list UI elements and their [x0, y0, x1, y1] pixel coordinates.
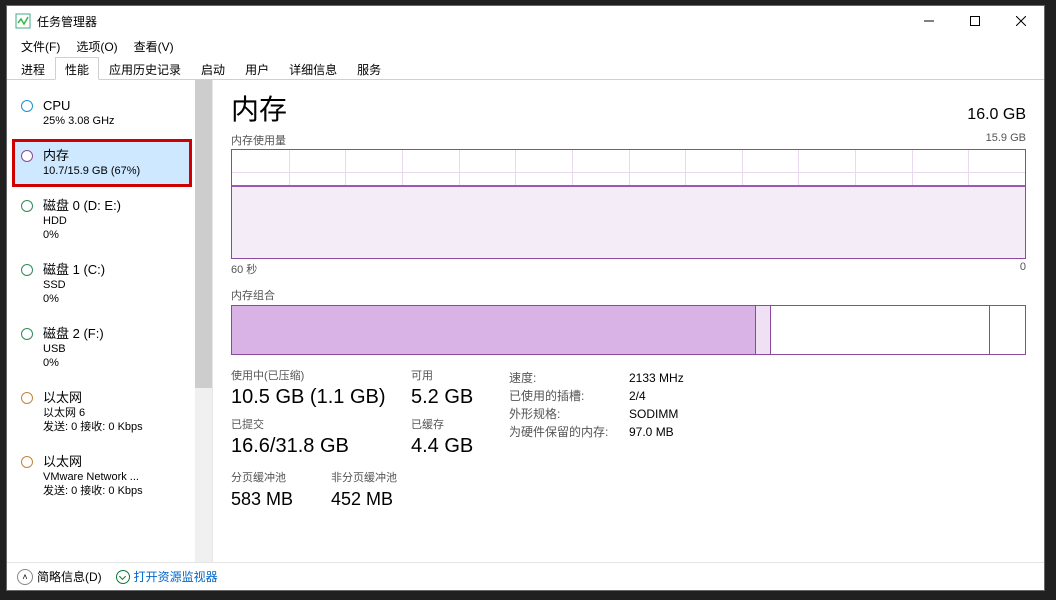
- tab-performance[interactable]: 性能: [55, 57, 99, 80]
- performance-sidebar: CPU25% 3.08 GHz内存10.7/15.9 GB (67%)磁盘 0 …: [7, 80, 213, 562]
- sidebar-item-1[interactable]: 内存10.7/15.9 GB (67%): [13, 140, 191, 186]
- composition-segment-in_use: [232, 306, 756, 354]
- sidebar-item-name: 内存: [43, 148, 140, 164]
- chevron-up-icon: ˄: [17, 569, 33, 585]
- sidebar-item-sub2: 0%: [43, 292, 105, 306]
- sidebar-item-sub2: 发送: 0 接收: 0 Kbps: [43, 484, 143, 498]
- fewer-details-toggle[interactable]: ˄ 简略信息(D): [17, 568, 102, 585]
- inuse-label: 使用中(已压缩): [231, 369, 411, 384]
- task-manager-window: 任务管理器 文件(F) 选项(O) 查看(V) 进程 性能 应用历史记录 启动 …: [6, 5, 1045, 591]
- open-resource-monitor-link[interactable]: 打开资源监视器: [116, 568, 218, 585]
- sidebar-item-name: 以太网: [43, 390, 143, 406]
- sidebar-item-sub: HDD: [43, 214, 121, 228]
- menu-file[interactable]: 文件(F): [15, 37, 66, 56]
- nonpaged-label: 非分页缓冲池: [331, 471, 397, 486]
- maximize-button[interactable]: [952, 6, 998, 36]
- inuse-value: 10.5 GB (1.1 GB): [231, 384, 411, 410]
- committed-value: 16.6/31.8 GB: [231, 433, 411, 459]
- chart-usage-max: 15.9 GB: [986, 132, 1026, 148]
- app-icon: [15, 13, 31, 29]
- sidebar-item-name: 磁盘 2 (F:): [43, 326, 104, 342]
- info-speed-v: 2133 MHz: [629, 369, 684, 387]
- nonpaged-value: 452 MB: [331, 486, 397, 512]
- sidebar-item-sub: SSD: [43, 278, 105, 292]
- resource-indicator-icon: [21, 264, 33, 276]
- chart-x-right: 0: [1020, 261, 1026, 277]
- info-reserved-v: 97.0 MB: [629, 423, 674, 441]
- footer: ˄ 简略信息(D) 打开资源监视器: [7, 562, 1044, 590]
- info-form-k: 外形规格:: [509, 405, 629, 423]
- sidebar-item-sub: USB: [43, 342, 104, 356]
- sidebar-item-2[interactable]: 磁盘 0 (D: E:)HDD0%: [13, 190, 191, 250]
- available-label: 可用: [411, 369, 491, 384]
- sidebar-item-sub: 以太网 6: [43, 406, 143, 420]
- sidebar-item-5[interactable]: 以太网以太网 6发送: 0 接收: 0 Kbps: [13, 382, 191, 442]
- panel-title: 内存: [231, 88, 287, 128]
- committed-label: 已提交: [231, 418, 411, 433]
- sidebar-item-sub2: 0%: [43, 228, 121, 242]
- resource-indicator-icon: [21, 200, 33, 212]
- sidebar-item-sub2: 发送: 0 接收: 0 Kbps: [43, 420, 143, 434]
- sidebar-item-name: CPU: [43, 98, 115, 114]
- memory-info-table: 速度:2133 MHz 已使用的插槽:2/4 外形规格:SODIMM 为硬件保留…: [509, 369, 684, 441]
- resource-monitor-icon: [116, 570, 130, 584]
- available-value: 5.2 GB: [411, 384, 491, 410]
- info-slots-v: 2/4: [629, 387, 646, 405]
- tab-services[interactable]: 服务: [347, 57, 391, 80]
- sidebar-scrollbar-thumb[interactable]: [195, 80, 212, 388]
- fewer-details-label: 简略信息(D): [37, 568, 102, 585]
- sidebar-item-sub: VMware Network ...: [43, 470, 143, 484]
- tab-startup[interactable]: 启动: [191, 57, 235, 80]
- resource-indicator-icon: [21, 100, 33, 112]
- resource-indicator-icon: [21, 456, 33, 468]
- menubar: 文件(F) 选项(O) 查看(V): [7, 36, 1044, 56]
- composition-segment-standby: [771, 306, 990, 354]
- tab-users[interactable]: 用户: [235, 57, 279, 80]
- tabstrip: 进程 性能 应用历史记录 启动 用户 详细信息 服务: [7, 56, 1044, 80]
- resource-indicator-icon: [21, 150, 33, 162]
- titlebar: 任务管理器: [7, 6, 1044, 36]
- close-button[interactable]: [998, 6, 1044, 36]
- window-title: 任务管理器: [37, 13, 97, 30]
- info-speed-k: 速度:: [509, 369, 629, 387]
- sidebar-item-name: 以太网: [43, 454, 143, 470]
- sidebar-item-name: 磁盘 0 (D: E:): [43, 198, 121, 214]
- info-slots-k: 已使用的插槽:: [509, 387, 629, 405]
- info-reserved-k: 为硬件保留的内存:: [509, 423, 629, 441]
- composition-segment-modified: [756, 306, 771, 354]
- memory-panel: 内存 16.0 GB 内存使用量 15.9 GB 60 秒 0 内存组合 使用中…: [213, 80, 1044, 562]
- tab-app-history[interactable]: 应用历史记录: [99, 57, 191, 80]
- tab-details[interactable]: 详细信息: [279, 57, 347, 80]
- composition-caption: 内存组合: [231, 287, 1026, 303]
- menu-options[interactable]: 选项(O): [70, 37, 123, 56]
- sidebar-item-0[interactable]: CPU25% 3.08 GHz: [13, 90, 191, 136]
- resource-monitor-label: 打开资源监视器: [134, 568, 218, 585]
- paged-value: 583 MB: [231, 486, 331, 512]
- memory-usage-chart: [231, 149, 1026, 259]
- minimize-button[interactable]: [906, 6, 952, 36]
- tab-processes[interactable]: 进程: [11, 57, 55, 80]
- resource-indicator-icon: [21, 328, 33, 340]
- sidebar-item-6[interactable]: 以太网VMware Network ...发送: 0 接收: 0 Kbps: [13, 446, 191, 506]
- sidebar-item-sub: 25% 3.08 GHz: [43, 114, 115, 128]
- info-form-v: SODIMM: [629, 405, 678, 423]
- chart-x-left: 60 秒: [231, 261, 257, 277]
- sidebar-item-3[interactable]: 磁盘 1 (C:)SSD0%: [13, 254, 191, 314]
- memory-composition-chart: [231, 305, 1026, 355]
- sidebar-item-sub2: 0%: [43, 356, 104, 370]
- paged-label: 分页缓冲池: [231, 471, 331, 486]
- sidebar-scrollbar[interactable]: [195, 80, 212, 562]
- sidebar-item-sub: 10.7/15.9 GB (67%): [43, 164, 140, 178]
- menu-view[interactable]: 查看(V): [128, 37, 180, 56]
- total-memory: 16.0 GB: [967, 106, 1026, 124]
- sidebar-item-4[interactable]: 磁盘 2 (F:)USB0%: [13, 318, 191, 378]
- chart-usage-caption: 内存使用量: [231, 132, 286, 148]
- cached-value: 4.4 GB: [411, 433, 491, 459]
- resource-indicator-icon: [21, 392, 33, 404]
- cached-label: 已缓存: [411, 418, 491, 433]
- sidebar-item-name: 磁盘 1 (C:): [43, 262, 105, 278]
- composition-segment-free: [990, 306, 1025, 354]
